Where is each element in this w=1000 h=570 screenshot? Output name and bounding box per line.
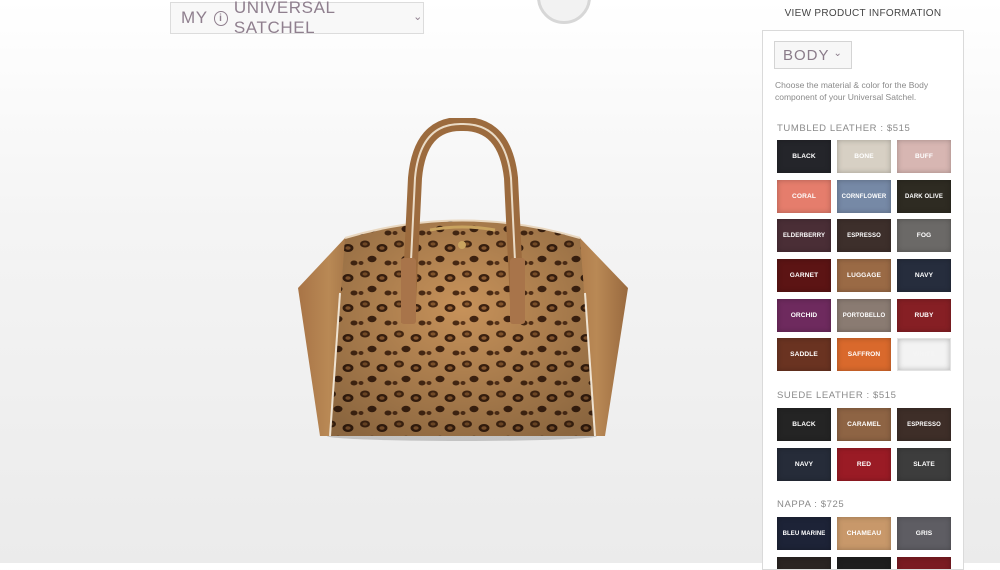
info-icon[interactable]: i	[213, 10, 228, 26]
swatch-tumbled-elderberry[interactable]: ELDERBERRY	[777, 219, 831, 252]
swatch-tumbled-coral[interactable]: CORAL	[777, 180, 831, 213]
swatch-suede-red[interactable]: RED	[837, 448, 891, 481]
swatch-tumbled-white[interactable]: WHITE	[897, 338, 951, 371]
swatch-suede-espresso[interactable]: ESPRESSO	[897, 408, 951, 441]
chevron-down-icon: ⌄	[413, 10, 423, 23]
product-title-prefix: MY	[181, 8, 208, 27]
swatch-tumbled-black[interactable]: BLACK	[777, 140, 831, 173]
product-title-name: UNIVERSAL SATCHEL	[233, 0, 335, 37]
product-title-dropdown[interactable]: MY i UNIVERSAL SATCHEL ⌄	[170, 0, 424, 37]
swatch-tumbled-cornflower[interactable]: CORNFLOWER	[837, 180, 891, 213]
swatch-tumbled-dark-olive[interactable]: DARK OLIVE	[897, 180, 951, 213]
product-preview-image	[290, 116, 635, 448]
swatch-tumbled-garnet[interactable]: GARNET	[777, 259, 831, 292]
swatch-tumbled-portobello[interactable]: PORTOBELLO	[837, 299, 891, 332]
swatch-tumbled-orchid[interactable]: ORCHID	[777, 299, 831, 332]
section-title-nappa: NAPPA : $725	[777, 499, 845, 510]
swatch-nappa-bleu-marine[interactable]: BLEU MARINE	[777, 517, 831, 550]
brand-logo[interactable]	[537, 0, 591, 24]
swatch-nappa-row2-3[interactable]	[897, 557, 951, 569]
component-label: BODY	[783, 46, 830, 64]
swatch-tumbled-bone[interactable]: BONE	[837, 140, 891, 173]
component-description: Choose the material & color for the Body…	[775, 80, 929, 102]
customization-panel: BODY ⌄ Choose the material & color for t…	[762, 30, 964, 570]
chevron-down-icon: ⌄	[833, 47, 843, 59]
swatch-tumbled-fog[interactable]: FOG	[897, 219, 951, 252]
swatch-suede-black[interactable]: BLACK	[777, 408, 831, 441]
swatch-suede-navy[interactable]: NAVY	[777, 448, 831, 481]
swatch-nappa-chameau[interactable]: CHAMEAU	[837, 517, 891, 550]
swatch-tumbled-buff[interactable]: BUFF	[897, 140, 951, 173]
swatch-tumbled-ruby[interactable]: RUBY	[897, 299, 951, 332]
swatch-suede-slate[interactable]: SLATE	[897, 448, 951, 481]
view-product-info-link[interactable]: VIEW PRODUCT INFORMATION	[762, 8, 964, 19]
section-title-suede-leather: SUEDE LEATHER : $515	[777, 390, 897, 401]
swatch-tumbled-espresso[interactable]: ESPRESSO	[837, 219, 891, 252]
swatch-tumbled-luggage[interactable]: LUGGAGE	[837, 259, 891, 292]
swatch-tumbled-navy[interactable]: NAVY	[897, 259, 951, 292]
swatch-tumbled-saffron[interactable]: SAFFRON	[837, 338, 891, 371]
swatch-nappa-row2-1[interactable]	[777, 557, 831, 569]
swatch-suede-caramel[interactable]: CARAMEL	[837, 408, 891, 441]
swatch-nappa-row2-2[interactable]	[837, 557, 891, 569]
section-title-tumbled-leather: TUMBLED LEATHER : $515	[777, 123, 911, 134]
swatch-nappa-gris[interactable]: GRIS	[897, 517, 951, 550]
swatch-tumbled-saddle[interactable]: SADDLE	[777, 338, 831, 371]
component-dropdown[interactable]: BODY ⌄	[774, 41, 852, 69]
